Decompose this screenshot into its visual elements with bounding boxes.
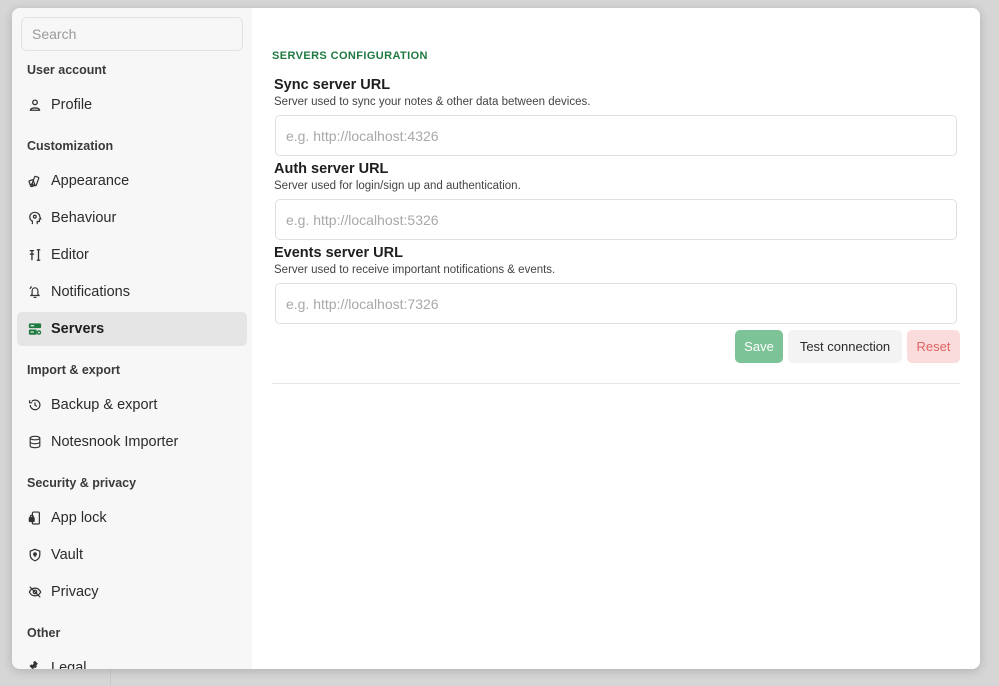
shield-icon bbox=[28, 548, 42, 562]
sidebar-item-servers[interactable]: Servers bbox=[17, 312, 247, 346]
save-button[interactable]: Save bbox=[735, 330, 783, 363]
sidebar-item-label: Profile bbox=[51, 97, 93, 113]
sidebar-item-vault[interactable]: Vault bbox=[17, 538, 247, 572]
sidebar-item-label: Behaviour bbox=[51, 210, 117, 226]
reset-button[interactable]: Reset bbox=[907, 330, 960, 363]
sidebar-item-label: Vault bbox=[51, 547, 83, 563]
sidebar-item-label: Legal bbox=[51, 660, 87, 669]
section-heading: SERVERS CONFIGURATION bbox=[272, 50, 428, 62]
section-title-other: Other bbox=[27, 626, 61, 640]
backup-icon bbox=[28, 398, 42, 412]
editor-icon bbox=[28, 248, 42, 262]
sidebar-item-label: Notifications bbox=[51, 284, 130, 300]
sidebar-item-behaviour[interactable]: Behaviour bbox=[17, 201, 247, 235]
events-server-label: Events server URL bbox=[274, 245, 403, 261]
sync-server-label: Sync server URL bbox=[274, 77, 391, 93]
sidebar-item-label: Backup & export bbox=[51, 397, 158, 413]
sidebar-item-legal[interactable]: Legal bbox=[17, 651, 247, 669]
sidebar-item-editor[interactable]: Editor bbox=[17, 238, 247, 272]
sync-server-description: Server used to sync your notes & other d… bbox=[274, 96, 591, 108]
auth-server-label: Auth server URL bbox=[274, 161, 389, 177]
sidebar-item-profile[interactable]: Profile bbox=[17, 88, 247, 122]
section-title-security-privacy: Security & privacy bbox=[27, 476, 137, 490]
gavel-icon bbox=[28, 661, 42, 669]
auth-server-description: Server used for login/sign up and authen… bbox=[274, 180, 521, 192]
brain-icon bbox=[28, 211, 42, 225]
sidebar-item-label: App lock bbox=[51, 510, 107, 526]
palette-icon bbox=[28, 174, 42, 188]
section-title-customization: Customization bbox=[27, 139, 114, 153]
section-title-user-account: User account bbox=[27, 63, 107, 77]
sidebar-item-label: Editor bbox=[51, 247, 89, 263]
divider bbox=[272, 383, 960, 384]
eye-off-icon bbox=[28, 585, 42, 599]
events-server-description: Server used to receive important notific… bbox=[274, 264, 556, 276]
settings-dialog: User account Profile Customization Appea… bbox=[12, 8, 980, 669]
sidebar-item-notesnook-importer[interactable]: Notesnook Importer bbox=[17, 425, 247, 459]
sidebar-item-notifications[interactable]: Notifications bbox=[17, 275, 247, 309]
sidebar-item-label: Servers bbox=[51, 321, 105, 337]
search-input[interactable] bbox=[21, 17, 243, 51]
database-import-icon bbox=[28, 435, 42, 449]
profile-icon bbox=[28, 98, 42, 112]
server-icon bbox=[28, 322, 42, 336]
bell-icon bbox=[28, 285, 42, 299]
sidebar-item-label: Privacy bbox=[51, 584, 99, 600]
test-connection-button[interactable]: Test connection bbox=[788, 330, 902, 363]
sidebar-item-label: Notesnook Importer bbox=[51, 434, 179, 450]
servers-settings-panel: SERVERS CONFIGURATION Sync server URL Se… bbox=[252, 8, 980, 669]
phone-lock-icon bbox=[28, 511, 42, 525]
backdrop-divider bbox=[110, 669, 111, 686]
section-title-import-export: Import & export bbox=[27, 363, 121, 377]
sidebar-item-privacy[interactable]: Privacy bbox=[17, 575, 247, 609]
events-server-url-input[interactable] bbox=[275, 283, 957, 324]
settings-sidebar: User account Profile Customization Appea… bbox=[12, 8, 252, 669]
sidebar-item-backup-export[interactable]: Backup & export bbox=[17, 388, 247, 422]
sidebar-item-appearance[interactable]: Appearance bbox=[17, 164, 247, 198]
sidebar-item-app-lock[interactable]: App lock bbox=[17, 501, 247, 535]
sidebar-item-label: Appearance bbox=[51, 173, 130, 189]
sync-server-url-input[interactable] bbox=[275, 115, 957, 156]
auth-server-url-input[interactable] bbox=[275, 199, 957, 240]
